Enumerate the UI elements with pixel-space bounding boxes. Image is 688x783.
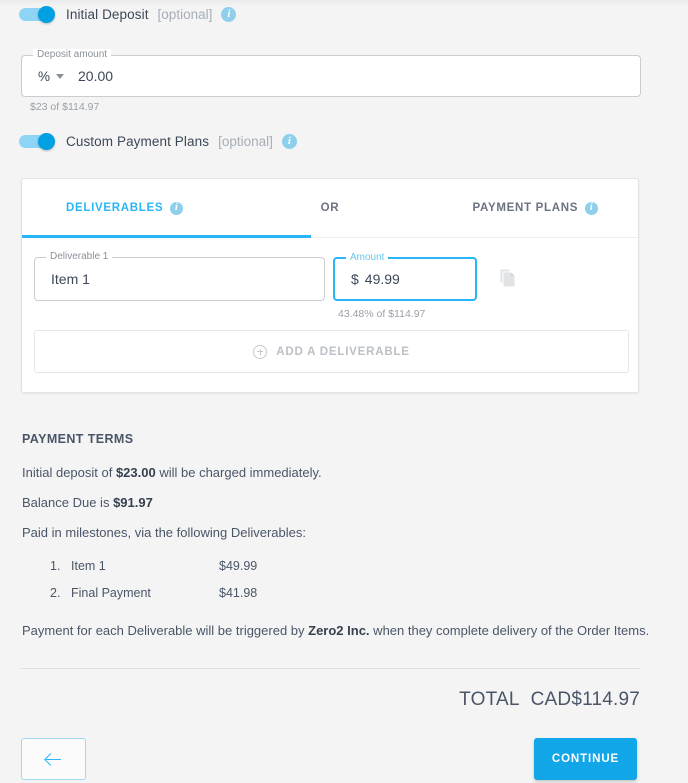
deliverable-name-field[interactable]: Deliverable 1 Item 1 — [34, 251, 325, 301]
custom-payment-plans-optional-tag: [optional] — [218, 133, 273, 149]
deliverable-amount-helper: 43.48% of $114.97 — [338, 308, 426, 320]
copy-icon[interactable] — [497, 267, 519, 294]
payment-plans-card: DELIVERABLES i OR PAYMENT PLANS i Delive… — [21, 178, 639, 393]
initial-deposit-toggle-row: Initial Deposit [optional] i — [19, 3, 237, 25]
balance-line-pre: Balance Due is — [22, 495, 114, 510]
trigger-line-pre: Payment for each Deliverable will be tri… — [22, 623, 309, 638]
info-icon[interactable]: i — [281, 133, 297, 149]
initial-deposit-label: Initial Deposit — [66, 6, 149, 22]
payment-setup-page: Initial Deposit [optional] i Deposit amo… — [0, 0, 688, 783]
deposit-unit-value: % — [38, 68, 51, 84]
payment-terms-title: PAYMENT TERMS — [22, 432, 134, 446]
initial-deposit-optional-tag: [optional] — [157, 6, 213, 22]
section-divider — [20, 668, 640, 669]
total-value: CAD$114.97 — [530, 689, 640, 710]
deliverable-amount-value-group: $ 49.99 — [351, 271, 400, 287]
trigger-line-post: when they complete delivery of the Order… — [369, 623, 650, 638]
tab-payment-plans[interactable]: PAYMENT PLANS i — [433, 179, 638, 237]
continue-button-label: CONTINUE — [551, 753, 620, 765]
deposit-amount-value: $23.00 — [115, 465, 156, 480]
arrow-left-icon — [45, 751, 62, 768]
initial-deposit-terms-line: Initial deposit of $23.00 will be charge… — [22, 465, 322, 480]
deposit-line-pre: Initial deposit of — [22, 465, 116, 480]
deliverable-name-value[interactable]: Item 1 — [51, 271, 90, 287]
plus-circle-icon — [253, 344, 268, 359]
balance-due-line: Balance Due is $91.97 — [22, 495, 153, 510]
tab-deliverables[interactable]: DELIVERABLES i — [22, 179, 227, 237]
currency-symbol: $ — [351, 271, 359, 287]
chevron-down-icon — [56, 73, 65, 79]
deliverable-amount-input-value[interactable]: 49.99 — [365, 271, 400, 287]
back-button[interactable] — [21, 738, 86, 780]
tab-or-label: OR — [320, 202, 340, 214]
deliverable-amount-field[interactable]: Amount $ 49.99 — [333, 252, 477, 301]
deposit-line-post: will be charged immediately. — [155, 465, 322, 480]
deliverable-name-legend: Deliverable 1 — [46, 251, 113, 262]
deposit-amount-legend: Deposit amount — [33, 49, 112, 60]
milestone-name: Final Payment — [71, 586, 151, 600]
tab-deliverables-label: DELIVERABLES — [66, 202, 164, 214]
add-deliverable-button[interactable]: ADD A DELIVERABLE — [34, 330, 629, 373]
deliverable-amount-legend: Amount — [346, 252, 389, 263]
payment-plans-tabs: DELIVERABLES i OR PAYMENT PLANS i — [22, 179, 638, 238]
continue-button[interactable]: CONTINUE — [534, 738, 637, 780]
toggle-thumb — [38, 132, 55, 150]
milestone-number: 1. — [50, 559, 61, 573]
initial-deposit-toggle[interactable] — [19, 5, 57, 23]
active-tab-underline — [22, 235, 311, 238]
balance-due-value: $91.97 — [113, 495, 153, 510]
trigger-company-name: Zero2 Inc. — [308, 623, 370, 638]
deposit-unit-select[interactable]: % — [38, 68, 65, 84]
milestone-number: 2. — [50, 586, 61, 600]
tab-or[interactable]: OR — [227, 179, 432, 237]
deposit-amount-value-group: % 20.00 — [38, 68, 113, 84]
info-icon[interactable]: i — [170, 201, 184, 215]
deposit-amount-helper: $23 of $114.97 — [30, 101, 100, 113]
custom-payment-plans-toggle[interactable] — [19, 132, 57, 150]
total-label: TOTAL — [459, 689, 520, 710]
milestone-name: Item 1 — [71, 559, 106, 573]
deposit-amount-field[interactable]: Deposit amount % 20.00 — [21, 49, 641, 97]
add-deliverable-label: ADD A DELIVERABLE — [276, 345, 410, 358]
custom-payment-plans-toggle-row: Custom Payment Plans [optional] i — [19, 130, 297, 152]
trigger-line: Payment for each Deliverable will be tri… — [22, 623, 649, 638]
deposit-amount-input-value[interactable]: 20.00 — [78, 68, 113, 84]
info-icon[interactable]: i — [221, 6, 237, 22]
custom-payment-plans-label: Custom Payment Plans — [66, 133, 210, 149]
milestone-amount: $41.98 — [219, 586, 258, 600]
milestones-intro-line: Paid in milestones, via the following De… — [22, 525, 306, 540]
milestone-amount: $49.99 — [219, 559, 258, 573]
tab-payment-plans-label: PAYMENT PLANS — [472, 202, 579, 214]
toggle-thumb — [38, 5, 55, 23]
order-total: TOTAL CAD$114.97 — [459, 689, 640, 711]
info-icon[interactable]: i — [585, 201, 599, 215]
